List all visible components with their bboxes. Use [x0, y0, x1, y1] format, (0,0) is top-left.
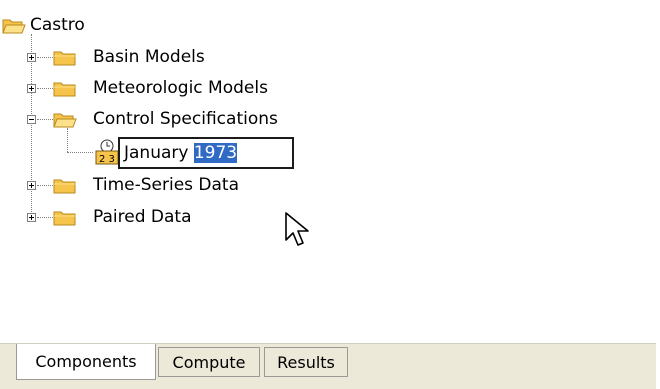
panel-tab-bar: Components Compute Results [0, 343, 656, 389]
tree-item-label: Control Specifications [93, 109, 278, 129]
folder-icon [53, 82, 76, 97]
tree-item-label: Time-Series Data [93, 175, 240, 195]
tree-line [37, 185, 53, 186]
control-spec-icon-text: 2 3 [99, 154, 115, 165]
tab-label: Compute [172, 352, 246, 372]
tree-line [67, 152, 93, 153]
tree-item-meteorologic-models[interactable]: Meteorologic Models [53, 74, 313, 102]
tree-line [37, 119, 53, 120]
tree-line [37, 217, 53, 218]
tree-item-label: Meteorologic Models [93, 78, 268, 98]
folder-open-icon [2, 19, 26, 34]
rename-input[interactable]: January 1973 [118, 137, 294, 169]
tree-line [37, 57, 53, 58]
tree-item-label: Paired Data [93, 207, 192, 227]
tree-item-paired-data[interactable]: Paired Data [53, 203, 253, 231]
components-panel: Castro Basin Models Meteorologic Models [0, 0, 656, 389]
expand-toggle[interactable] [27, 213, 36, 222]
tree-item-label: Basin Models [93, 47, 205, 67]
tree-item-basin-models[interactable]: Basin Models [53, 43, 253, 71]
collapse-toggle[interactable] [27, 115, 36, 124]
tree-root-label: Castro [30, 15, 85, 35]
control-spec-icon: 2 3 [95, 139, 119, 165]
rename-input-selection: 1973 [193, 143, 238, 163]
rename-input-text: January [124, 143, 194, 163]
expand-toggle[interactable] [27, 53, 36, 62]
tree-line [37, 88, 53, 89]
folder-icon [53, 179, 76, 194]
expand-toggle[interactable] [27, 84, 36, 93]
watershed-tree: Castro Basin Models Meteorologic Models [0, 0, 656, 343]
tab-results[interactable]: Results [264, 347, 348, 377]
mouse-cursor-icon [285, 212, 309, 246]
folder-icon [53, 211, 76, 226]
folder-icon [53, 51, 76, 66]
tab-compute[interactable]: Compute [158, 347, 260, 377]
tab-label: Components [35, 352, 137, 371]
tree-root-castro[interactable]: Castro [0, 12, 200, 40]
tab-label: Results [277, 352, 335, 372]
folder-open-icon [53, 113, 77, 128]
tab-components[interactable]: Components [16, 344, 156, 380]
tree-item-time-series-data[interactable]: Time-Series Data [53, 171, 313, 199]
tree-item-control-specifications[interactable]: Control Specifications [53, 105, 333, 133]
expand-toggle[interactable] [27, 181, 36, 190]
